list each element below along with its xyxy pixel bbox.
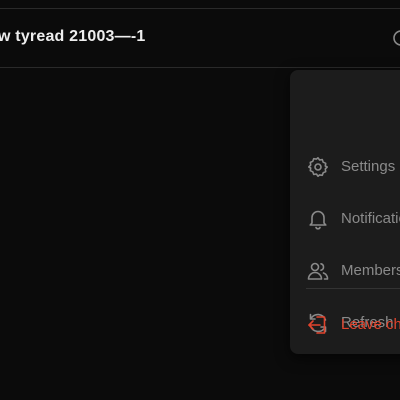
menu-item-settings[interactable]: Settings <box>290 147 400 187</box>
users-icon <box>306 259 330 283</box>
chat-options-menu: Settings Notifications Members <box>290 70 400 354</box>
menu-item-label: Members <box>341 262 400 279</box>
menu-item-label: Settings <box>341 158 396 175</box>
logout-icon <box>306 313 330 337</box>
more-options-icon[interactable] <box>392 29 400 47</box>
menu-divider <box>306 288 400 289</box>
chat-title: w tyread 21003—-1 <box>0 28 146 45</box>
bell-icon <box>306 207 330 231</box>
menu-item-label: Notifications <box>341 210 400 227</box>
menu-item-leave-chat[interactable]: Leave chat <box>290 305 400 345</box>
menu-item-notifications[interactable]: Notifications <box>290 199 400 239</box>
menu-item-members[interactable]: Members <box>290 251 400 291</box>
menu-item-label: Leave chat <box>341 316 400 333</box>
gear-icon <box>306 155 330 179</box>
app-screen: w tyread 21003—-1 Settings Notificati Me… <box>0 0 400 400</box>
chat-header: w tyread 21003—-1 <box>0 9 400 68</box>
